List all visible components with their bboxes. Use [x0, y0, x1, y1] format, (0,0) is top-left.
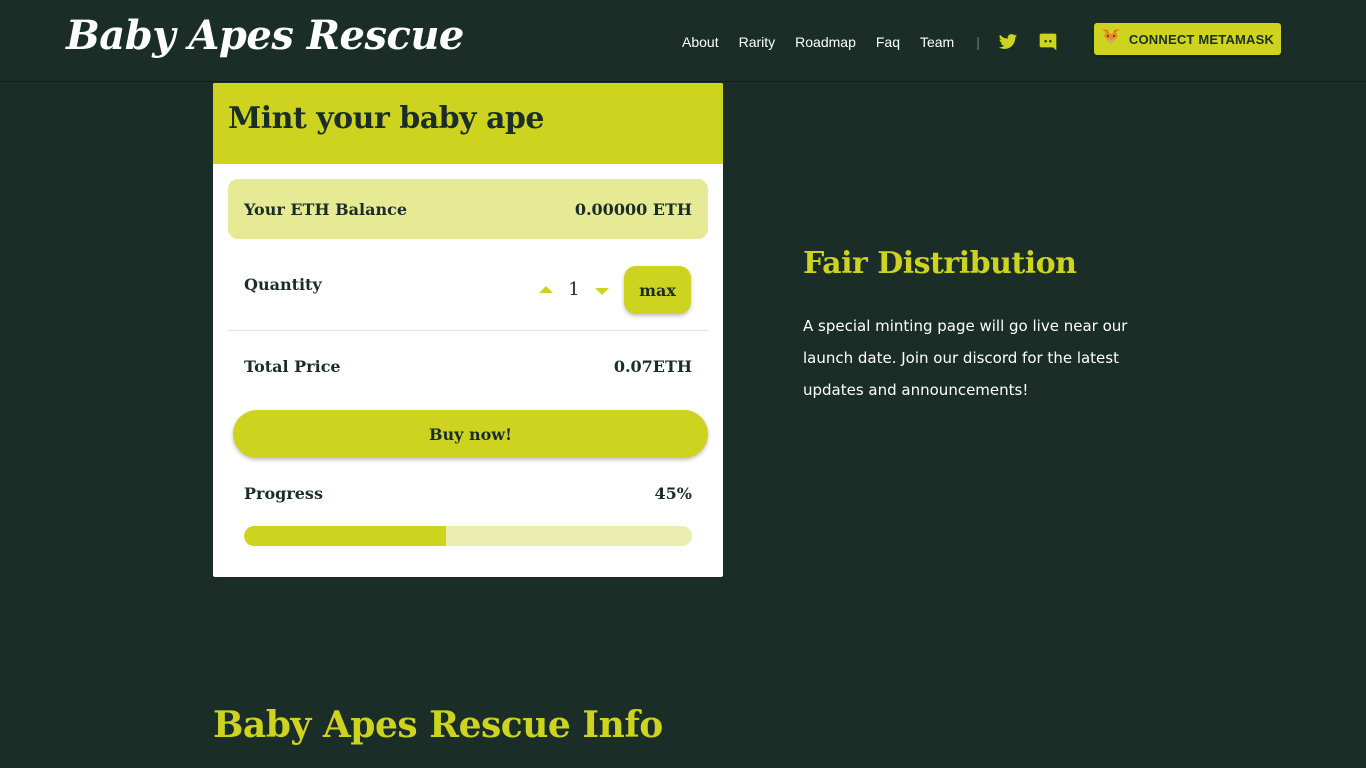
metamask-fox-icon	[1101, 28, 1121, 50]
quantity-increase-icon[interactable]	[539, 286, 553, 293]
max-button[interactable]: max	[624, 266, 691, 314]
progress-label: Progress	[244, 484, 323, 503]
site-logo[interactable]: Baby Apes Rescue	[66, 12, 464, 59]
fair-distribution-text: A special minting page will go live near…	[803, 317, 1128, 399]
nav-separator: |	[976, 34, 980, 50]
discord-icon[interactable]	[1038, 32, 1058, 52]
twitter-icon[interactable]	[998, 32, 1018, 52]
total-price-label: Total Price	[244, 357, 341, 376]
quantity-value: 1	[568, 279, 580, 300]
nav-team[interactable]: Team	[920, 34, 954, 50]
progress-value: 45%	[654, 484, 692, 503]
info-section-title: Baby Apes Rescue Info	[213, 704, 663, 746]
total-price-value: 0.07ETH	[613, 357, 692, 376]
connect-metamask-label: CONNECT METAMASK	[1128, 31, 1275, 47]
eth-balance-panel: Your ETH Balance 0.00000 ETH	[228, 179, 708, 239]
eth-balance-value: 0.00000 ETH	[574, 199, 692, 219]
mint-title: Mint your baby ape	[213, 83, 723, 164]
connect-metamask-button[interactable]: CONNECT METAMASK	[1094, 23, 1281, 55]
quantity-label: Quantity	[244, 275, 322, 294]
progress-bar-fill	[244, 526, 446, 546]
quantity-decrease-icon[interactable]	[595, 288, 609, 295]
eth-balance-label: Your ETH Balance	[244, 199, 408, 219]
site-header: Baby Apes Rescue About Rarity Roadmap Fa…	[0, 0, 1366, 82]
quantity-row: Quantity 1 max	[228, 255, 708, 331]
nav-about[interactable]: About	[682, 34, 719, 50]
buy-now-button[interactable]: Buy now!	[233, 410, 708, 458]
fair-distribution-title: Fair Distribution	[803, 246, 1077, 281]
nav-faq[interactable]: Faq	[876, 34, 900, 50]
nav-roadmap[interactable]: Roadmap	[795, 34, 856, 50]
progress-bar	[244, 526, 692, 546]
total-price-row: Total Price 0.07ETH	[244, 357, 692, 376]
mint-card: Mint your baby ape Your ETH Balance 0.00…	[213, 83, 723, 577]
main-nav: About Rarity Roadmap Faq Team |	[682, 32, 1078, 52]
nav-rarity[interactable]: Rarity	[739, 34, 776, 50]
progress-row: Progress 45%	[244, 484, 692, 503]
